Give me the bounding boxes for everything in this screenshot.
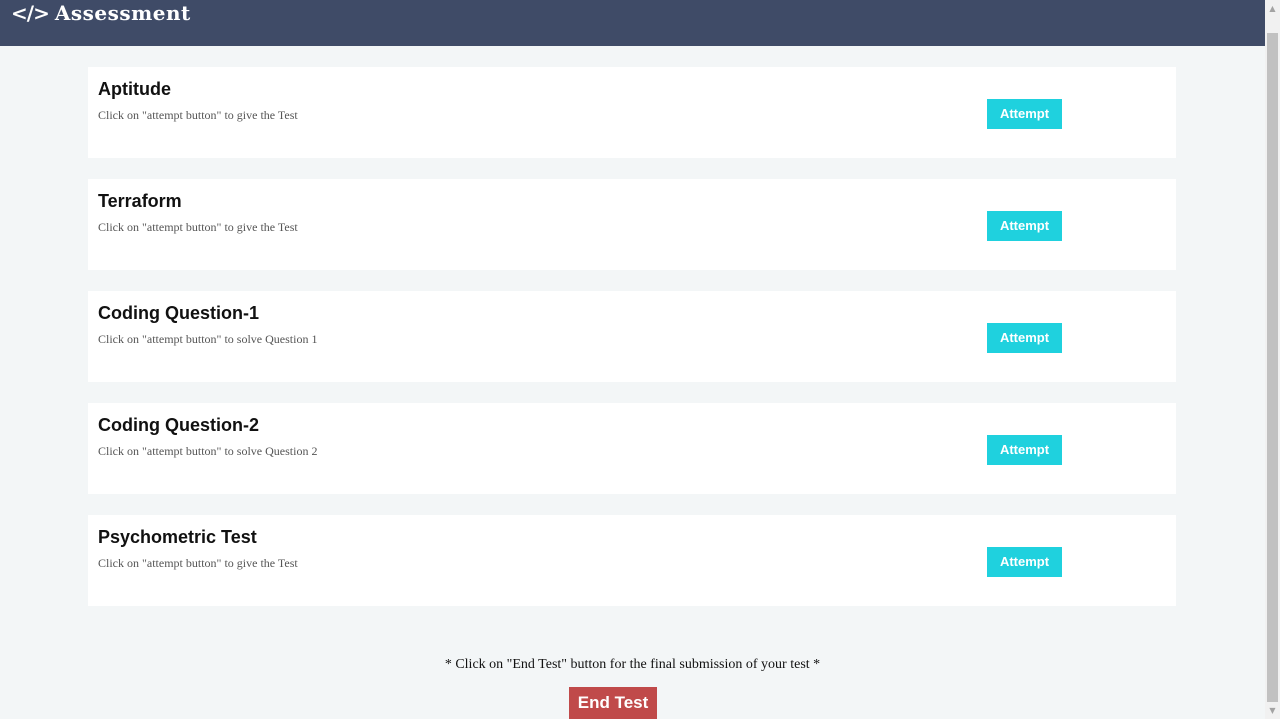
brand: </> Assessment [11, 1, 191, 25]
attempt-button-psychometric-test[interactable]: Attempt [987, 547, 1062, 577]
end-test-button[interactable]: End Test [569, 687, 657, 719]
submission-note: * Click on "End Test" button for the fin… [444, 657, 821, 672]
card-title: Coding Question-1 [98, 303, 259, 323]
card-description: Click on "attempt button" to solve Quest… [98, 332, 318, 346]
assessment-card-aptitude: Aptitude Click on "attempt button" to gi… [88, 67, 1176, 158]
card-title: Psychometric Test [98, 527, 257, 547]
assessment-list: Aptitude Click on "attempt button" to gi… [0, 46, 1265, 719]
attempt-button-coding-question-1[interactable]: Attempt [987, 323, 1062, 353]
page-title: Assessment [54, 1, 191, 25]
card-title: Terraform [98, 191, 182, 211]
card-title: Coding Question-2 [98, 415, 259, 435]
card-description: Click on "attempt button" to solve Quest… [98, 444, 318, 458]
arrow-down-icon[interactable]: ▼ [1265, 702, 1280, 719]
card-description: Click on "attempt button" to give the Te… [98, 220, 298, 234]
attempt-button-terraform[interactable]: Attempt [987, 211, 1062, 241]
assessment-card-terraform: Terraform Click on "attempt button" to g… [88, 179, 1176, 270]
assessment-card-coding-question-2: Coding Question-2 Click on "attempt butt… [88, 403, 1176, 494]
page-scrollbar[interactable]: ▲ ▼ [1265, 0, 1280, 719]
attempt-button-aptitude[interactable]: Attempt [987, 99, 1062, 129]
scrollbar-thumb[interactable] [1267, 33, 1278, 702]
app-header: </> Assessment [0, 0, 1265, 46]
assessment-card-psychometric-test: Psychometric Test Click on "attempt butt… [88, 515, 1176, 606]
code-icon: </> [11, 1, 50, 25]
assessment-card-coding-question-1: Coding Question-1 Click on "attempt butt… [88, 291, 1176, 382]
attempt-button-coding-question-2[interactable]: Attempt [987, 435, 1062, 465]
arrow-up-icon[interactable]: ▲ [1265, 0, 1280, 17]
card-description: Click on "attempt button" to give the Te… [98, 108, 298, 122]
card-title: Aptitude [98, 79, 171, 99]
card-description: Click on "attempt button" to give the Te… [98, 556, 298, 570]
